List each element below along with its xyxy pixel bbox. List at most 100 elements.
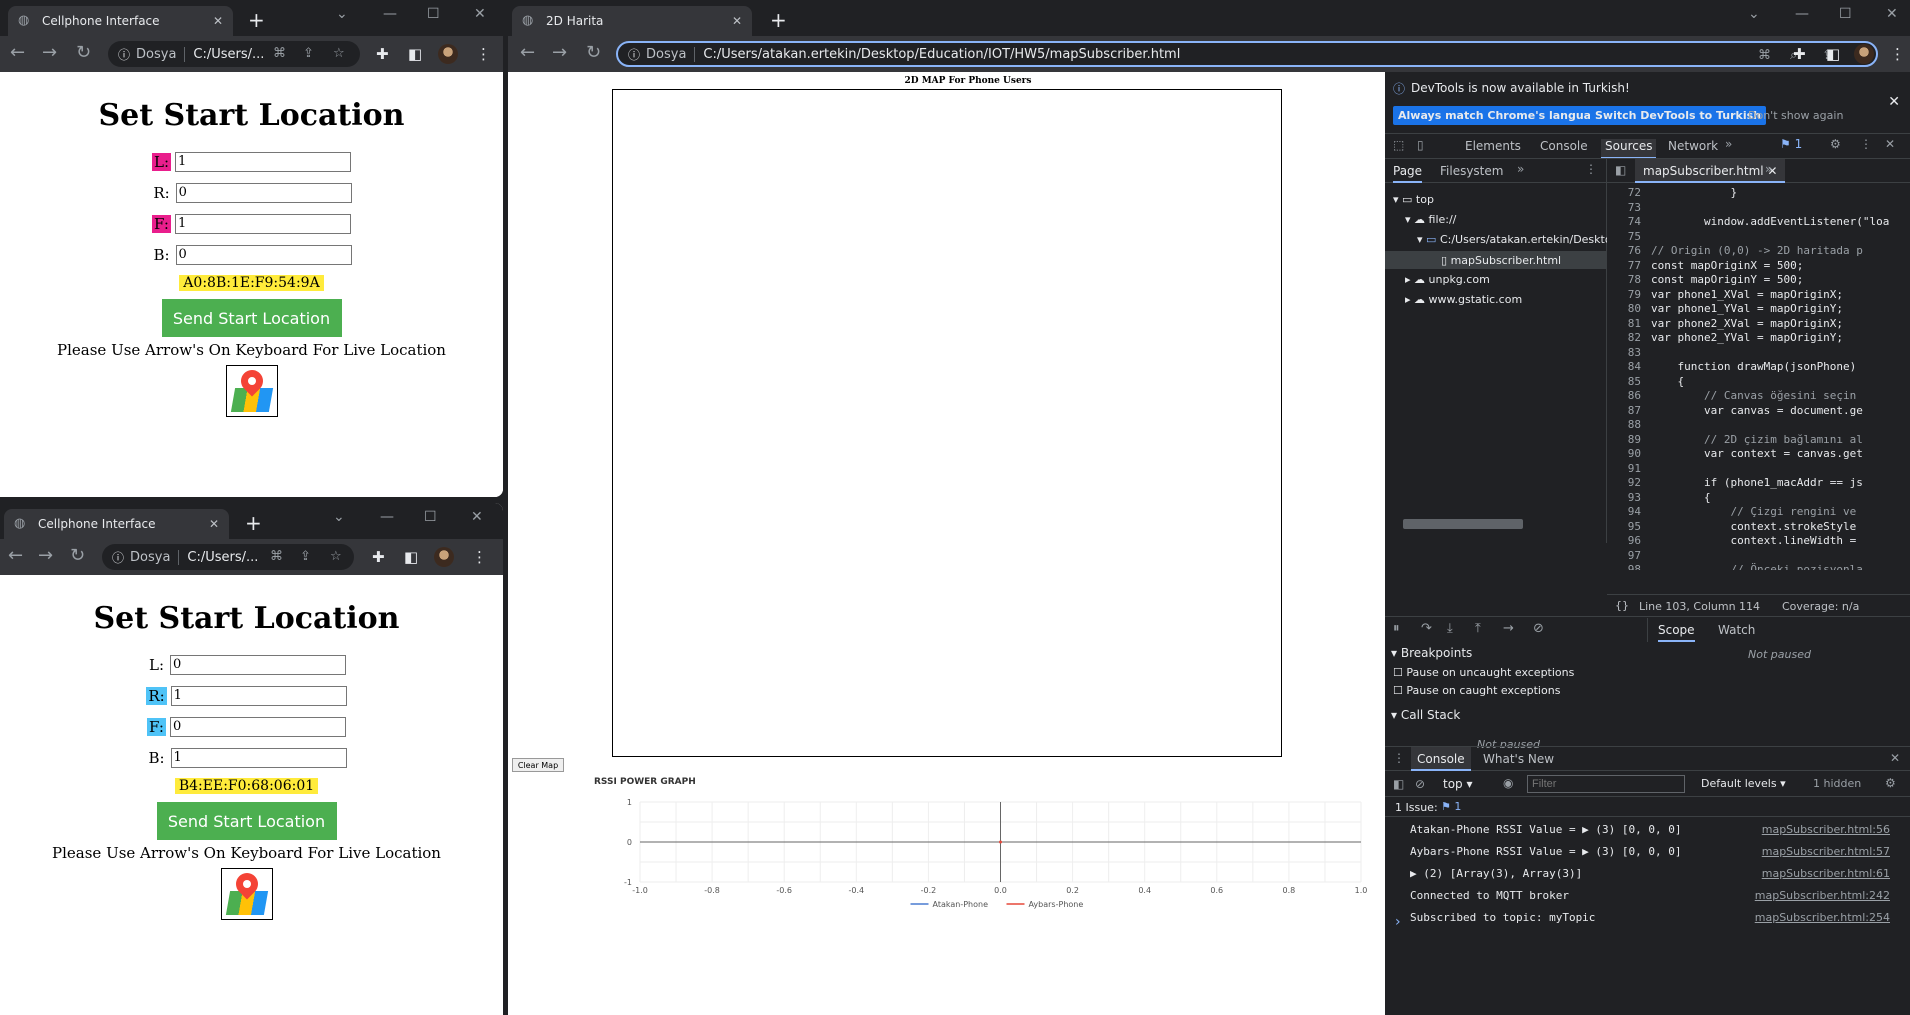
- line-number[interactable]: 97: [1607, 549, 1641, 562]
- url-text[interactable]: C:/Users/atakan.ertekin/Desktop/Educatio…: [703, 47, 1180, 62]
- line-number[interactable]: 98: [1607, 563, 1641, 570]
- console-filter-input[interactable]: [1527, 775, 1685, 793]
- line-number[interactable]: 83: [1607, 346, 1641, 359]
- forward-icon[interactable]: →: [42, 44, 57, 62]
- tree-item-unpkg[interactable]: ▸ ☁ unpkg.com: [1405, 273, 1490, 286]
- tree-item-gstatic[interactable]: ▸ ☁ www.gstatic.com: [1405, 293, 1522, 306]
- console-message[interactable]: ▶ (2) [Array(3), Array(3)]: [1410, 867, 1582, 880]
- tab-watch[interactable]: Watch: [1718, 623, 1755, 637]
- close-window-icon[interactable]: ✕: [1886, 6, 1898, 22]
- line-number[interactable]: 72: [1607, 186, 1641, 199]
- line-number[interactable]: 79: [1607, 288, 1641, 301]
- map-pin-icon[interactable]: [225, 365, 278, 417]
- sidebar-toggle-icon[interactable]: ◧: [1393, 777, 1404, 791]
- translate-icon[interactable]: ⌘: [270, 549, 283, 564]
- back-icon[interactable]: ←: [10, 44, 25, 62]
- avatar[interactable]: [1854, 44, 1874, 64]
- reload-icon[interactable]: ↻: [586, 44, 601, 62]
- menu-icon[interactable]: ⋮: [476, 45, 491, 63]
- maximize-icon[interactable]: ☐: [1839, 6, 1852, 22]
- tab-console[interactable]: Console: [1540, 139, 1588, 153]
- extensions-icon[interactable]: ✚: [376, 45, 389, 63]
- toggle-nav-icon[interactable]: ◧: [1615, 163, 1626, 177]
- chevron-down-icon[interactable]: ⌄: [1748, 6, 1760, 22]
- console-message[interactable]: Atakan-Phone RSSI Value = ▶ (3) [0, 0, 0…: [1410, 823, 1682, 836]
- avatar[interactable]: [438, 44, 458, 64]
- console-prompt[interactable]: ›: [1395, 914, 1401, 930]
- eye-icon[interactable]: ◉: [1503, 776, 1513, 790]
- pause-caught-option[interactable]: ☐ Pause on caught exceptions: [1393, 684, 1560, 697]
- avatar[interactable]: [434, 547, 454, 567]
- address-bar[interactable]: ⓘ Dosya C:/Users/atakan.ertekin/Desktop/…: [616, 41, 1878, 67]
- line-number[interactable]: 75: [1607, 230, 1641, 243]
- tab-cellphone[interactable]: ◍ Cellphone Interface ✕: [8, 6, 233, 36]
- close-tab-icon[interactable]: ✕: [732, 14, 742, 28]
- console-source-link[interactable]: mapSubscriber.html:56: [1762, 823, 1890, 836]
- braces-icon[interactable]: {}: [1615, 599, 1629, 612]
- sidepanel-icon[interactable]: ◧: [1826, 45, 1840, 63]
- tree-item-file[interactable]: ▾ ☁ file://: [1405, 213, 1456, 226]
- tree-item-html[interactable]: ▯ mapSubscriber.html: [1385, 251, 1607, 269]
- drawer-menu-icon[interactable]: ⋮: [1393, 751, 1405, 765]
- more-tabs-icon[interactable]: »: [1725, 137, 1732, 151]
- b-input[interactable]: [170, 747, 347, 768]
- line-number[interactable]: 73: [1607, 201, 1641, 214]
- forward-icon[interactable]: →: [552, 44, 567, 62]
- pause-icon[interactable]: ⏸: [1393, 621, 1400, 636]
- translate-icon[interactable]: ⌘: [273, 46, 286, 61]
- line-number[interactable]: 76: [1607, 244, 1641, 257]
- line-number[interactable]: 82: [1607, 331, 1641, 344]
- close-window-icon[interactable]: ✕: [471, 509, 483, 525]
- match-language-button[interactable]: Always match Chrome's language: [1393, 106, 1612, 125]
- chevron-down-icon[interactable]: ⌄: [336, 6, 348, 22]
- forward-icon[interactable]: →: [38, 547, 53, 565]
- tab-scope[interactable]: Scope: [1658, 623, 1695, 642]
- line-number[interactable]: 86: [1607, 389, 1641, 402]
- step-over-icon[interactable]: ↷: [1421, 621, 1432, 636]
- share-icon[interactable]: ⇪: [303, 46, 314, 61]
- f-input[interactable]: [169, 716, 346, 737]
- close-tab-icon[interactable]: ✕: [213, 14, 223, 28]
- line-number[interactable]: 93: [1607, 491, 1641, 504]
- line-number[interactable]: 90: [1607, 447, 1641, 460]
- b-input[interactable]: [175, 244, 352, 265]
- map-canvas[interactable]: [612, 89, 1282, 757]
- console-source-link[interactable]: mapSubscriber.html:242: [1755, 889, 1890, 902]
- console-source-link[interactable]: mapSubscriber.html:61: [1762, 867, 1890, 880]
- r-input[interactable]: [170, 685, 347, 706]
- maximize-icon[interactable]: ☐: [424, 509, 437, 525]
- clear-map-button[interactable]: Clear Map: [512, 758, 564, 772]
- reload-icon[interactable]: ↻: [70, 547, 85, 565]
- share-icon[interactable]: ⇪: [300, 549, 311, 564]
- deactivate-breakpoints-icon[interactable]: ⊘: [1533, 621, 1544, 636]
- pause-uncaught-option[interactable]: ☐ Pause on uncaught exceptions: [1393, 666, 1574, 679]
- sidepanel-icon[interactable]: ◧: [408, 45, 422, 63]
- send-start-location-button[interactable]: Send Start Location: [156, 802, 337, 840]
- minimize-icon[interactable]: —: [1795, 6, 1809, 22]
- close-banner-icon[interactable]: ✕: [1888, 94, 1900, 110]
- line-number[interactable]: 88: [1607, 418, 1641, 431]
- line-number[interactable]: 77: [1607, 259, 1641, 272]
- nav-scrollbar[interactable]: [1403, 519, 1523, 529]
- console-settings-icon[interactable]: ⚙: [1885, 776, 1896, 790]
- console-message[interactable]: Aybars-Phone RSSI Value = ▶ (3) [0, 0, 0…: [1410, 845, 1682, 858]
- levels-select[interactable]: Default levels ▾: [1701, 777, 1786, 790]
- more-nav-icon[interactable]: »: [1517, 162, 1524, 176]
- line-number[interactable]: 81: [1607, 317, 1641, 330]
- close-drawer-icon[interactable]: ✕: [1890, 751, 1900, 765]
- tab-2d-harita[interactable]: ◍ 2D Harita ✕: [512, 6, 752, 36]
- translate-icon[interactable]: ⌘: [1758, 48, 1771, 63]
- minimize-icon[interactable]: —: [383, 6, 397, 22]
- l-input[interactable]: [175, 151, 351, 172]
- more-files-icon[interactable]: »: [1765, 162, 1772, 176]
- step-icon[interactable]: →: [1503, 621, 1514, 636]
- star-icon[interactable]: ☆: [333, 46, 345, 61]
- tab-whats-new[interactable]: What's New: [1483, 752, 1554, 766]
- maximize-icon[interactable]: ☐: [427, 6, 440, 22]
- tree-item-folder[interactable]: ▾ ▭ C:/Users/atakan.ertekin/Deskto: [1417, 233, 1607, 246]
- new-tab-icon[interactable]: +: [245, 511, 262, 535]
- reload-icon[interactable]: ↻: [76, 44, 91, 62]
- menu-icon[interactable]: ⋮: [1890, 45, 1905, 63]
- minimize-icon[interactable]: —: [380, 509, 394, 525]
- line-number[interactable]: 95: [1607, 520, 1641, 533]
